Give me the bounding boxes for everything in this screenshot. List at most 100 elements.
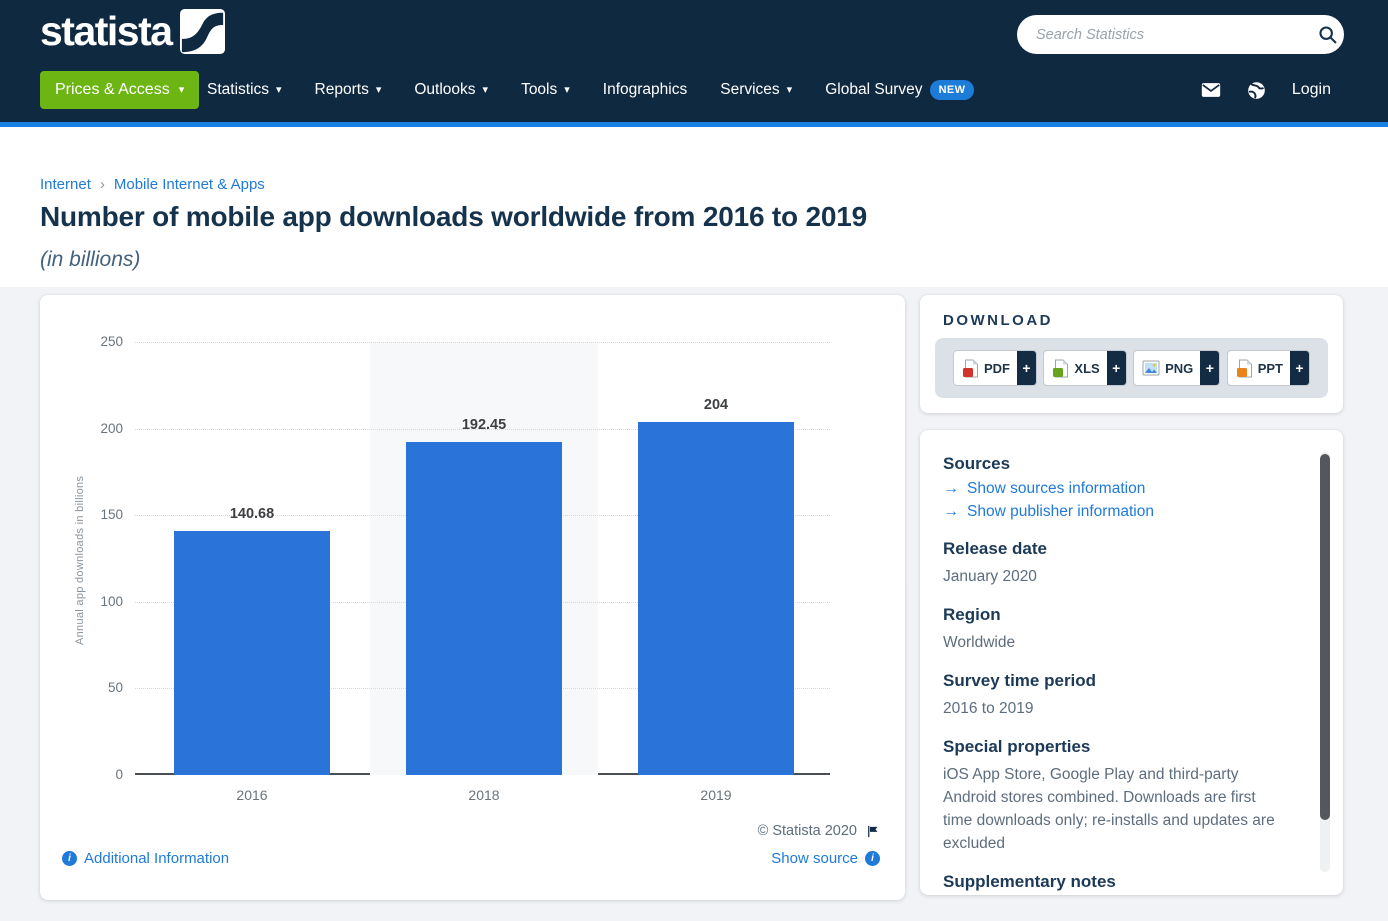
download-format-label: PNG xyxy=(1165,361,1193,376)
link-arrow-icon: → xyxy=(943,503,959,521)
pdf-file-icon xyxy=(962,359,979,378)
report-flag-icon[interactable] xyxy=(865,824,880,839)
ppt-download-button[interactable]: PPT + xyxy=(1227,350,1310,386)
bar-value-label: 192.45 xyxy=(424,417,544,433)
copyright-text: © Statista 2020 xyxy=(758,823,857,839)
nav-item-label: Outlooks xyxy=(414,81,475,99)
link-arrow-icon: → xyxy=(943,480,959,498)
region-heading: Region xyxy=(943,605,1283,625)
survey-time-period-heading: Survey time period xyxy=(943,671,1283,691)
top-navbar: statista Prices & Access ▾ Statistics ▾ Re… xyxy=(0,0,1388,122)
additional-information-label: Additional Information xyxy=(84,850,229,867)
survey-time-period-value: 2016 to 2019 xyxy=(943,697,1283,720)
bar-2019[interactable] xyxy=(638,422,794,775)
nav-item-infographics[interactable]: Infographics xyxy=(603,81,687,99)
xls-file-icon xyxy=(1052,359,1069,378)
chart-card: Annual app downloads in billions 0501001… xyxy=(40,295,905,900)
search-box xyxy=(1017,15,1344,54)
sources-heading: Sources xyxy=(943,454,1283,474)
chart-copyright: © Statista 2020 xyxy=(758,823,880,839)
ppt-options-plus-button[interactable]: + xyxy=(1290,350,1309,386)
xls-download-button[interactable]: XLS+ xyxy=(1043,350,1126,386)
breadcrumb-link-internet[interactable]: Internet xyxy=(40,176,91,193)
x-axis-tick-label: 2018 xyxy=(424,787,544,803)
breadcrumb-separator: › xyxy=(100,176,105,193)
link-label: Show sources information xyxy=(967,480,1145,498)
release-date-value: January 2020 xyxy=(943,565,1283,588)
region-value: Worldwide xyxy=(943,631,1283,654)
nav-menu: Statistics▾Reports▾Outlooks▾Tools▾Infogr… xyxy=(207,71,974,109)
chevron-down-icon: ▾ xyxy=(179,85,185,96)
show-sources-information-link[interactable]: → Show sources information xyxy=(943,480,1283,498)
download-format-label: PPT xyxy=(1258,361,1283,376)
breadcrumb: Internet › Mobile Internet & Apps xyxy=(40,176,265,193)
nav-item-statistics[interactable]: Statistics ▾ xyxy=(207,81,282,99)
chevron-down-icon: ▾ xyxy=(564,85,570,96)
additional-information-link[interactable]: i Additional Information xyxy=(62,850,229,867)
accent-stripe xyxy=(0,122,1388,127)
nav-item-label: Global Survey xyxy=(825,81,922,99)
gridline xyxy=(135,342,830,343)
chevron-down-icon: ▾ xyxy=(276,85,282,96)
nav-right-controls: Login xyxy=(1200,71,1331,109)
show-publisher-information-link[interactable]: → Show publisher information xyxy=(943,503,1283,521)
supplementary-notes-heading: Supplementary notes xyxy=(943,872,1283,892)
y-axis-tick-label: 50 xyxy=(73,679,123,697)
y-axis-title: Annual app downloads in billions xyxy=(74,460,86,660)
bar-2016[interactable] xyxy=(174,531,330,775)
login-link[interactable]: Login xyxy=(1292,81,1331,99)
bar-2018[interactable] xyxy=(406,442,562,775)
details-card: Sources → Show sources information → Show p… xyxy=(920,430,1343,895)
nav-item-global-survey[interactable]: Global Survey NEW xyxy=(825,80,974,100)
details-sections: Release dateJanuary 2020RegionWorldwideS… xyxy=(943,539,1283,892)
statista-logo-text: statista xyxy=(40,8,172,54)
y-axis-tick-label: 200 xyxy=(73,420,123,438)
sources-links: → Show sources information → Show publisher… xyxy=(943,480,1283,521)
download-button-group: PDF+XLS+PNG+PPT+ xyxy=(935,338,1328,398)
png-options-plus-button[interactable]: + xyxy=(1200,350,1219,386)
special-properties-heading: Special properties xyxy=(943,737,1283,757)
search-icon[interactable] xyxy=(1310,15,1344,54)
link-label: Show publisher information xyxy=(967,503,1154,521)
nav-item-label: Infographics xyxy=(603,81,687,99)
download-format-label: PDF xyxy=(984,361,1010,376)
statista-logo-mark-icon xyxy=(180,9,225,54)
show-source-link[interactable]: Show source i xyxy=(771,850,880,867)
search-input[interactable] xyxy=(1017,27,1310,43)
png-download-button[interactable]: PNG + xyxy=(1133,350,1220,386)
breadcrumb-link-mobile-internet-apps[interactable]: Mobile Internet & Apps xyxy=(114,176,265,193)
prices-access-button[interactable]: Prices & Access ▾ xyxy=(40,71,199,109)
nav-item-label: Reports xyxy=(315,81,369,99)
x-axis-tick-label: 2016 xyxy=(192,787,312,803)
prices-access-label: Prices & Access xyxy=(55,81,170,99)
nav-item-outlooks[interactable]: Outlooks▾ xyxy=(414,81,488,99)
info-icon: i xyxy=(62,851,77,866)
y-axis-tick-label: 250 xyxy=(73,333,123,351)
ppt-file-icon xyxy=(1236,359,1253,378)
scrollbar-thumb[interactable] xyxy=(1320,454,1330,820)
nav-item-reports[interactable]: Reports▾ xyxy=(315,81,382,99)
xls-options-plus-button[interactable]: + xyxy=(1107,350,1126,386)
new-badge: NEW xyxy=(930,80,975,100)
page-subtitle: (in billions) xyxy=(40,248,140,272)
chevron-down-icon: ▾ xyxy=(787,85,793,96)
nav-item-label: Services xyxy=(720,81,779,99)
contact-envelope-icon[interactable] xyxy=(1200,79,1222,101)
nav-item-services[interactable]: Services ▾ xyxy=(720,81,792,99)
language-globe-icon[interactable] xyxy=(1246,79,1268,101)
x-axis-tick-label: 2019 xyxy=(656,787,776,803)
statista-logo[interactable]: statista xyxy=(40,8,225,54)
nav-item-label: Statistics xyxy=(207,81,269,99)
details-content: Sources → Show sources information → Show p… xyxy=(920,430,1343,892)
info-icon: i xyxy=(865,851,880,866)
bar-value-label: 140.68 xyxy=(192,506,312,522)
nav-item-tools[interactable]: Tools▾ xyxy=(521,81,570,99)
statista-statistic-page: statista Prices & Access ▾ Statistics ▾ Re… xyxy=(0,0,1388,921)
chart-plot: 050100150200250140.682016192.45201820420… xyxy=(135,342,830,775)
bar-value-label: 204 xyxy=(656,397,776,413)
show-source-label: Show source xyxy=(771,850,858,867)
pdf-options-plus-button[interactable]: + xyxy=(1017,350,1036,386)
y-axis-tick-label: 0 xyxy=(73,766,123,784)
page-title: Number of mobile app downloads worldwide… xyxy=(40,201,867,233)
pdf-download-button[interactable]: PDF + xyxy=(953,350,1037,386)
